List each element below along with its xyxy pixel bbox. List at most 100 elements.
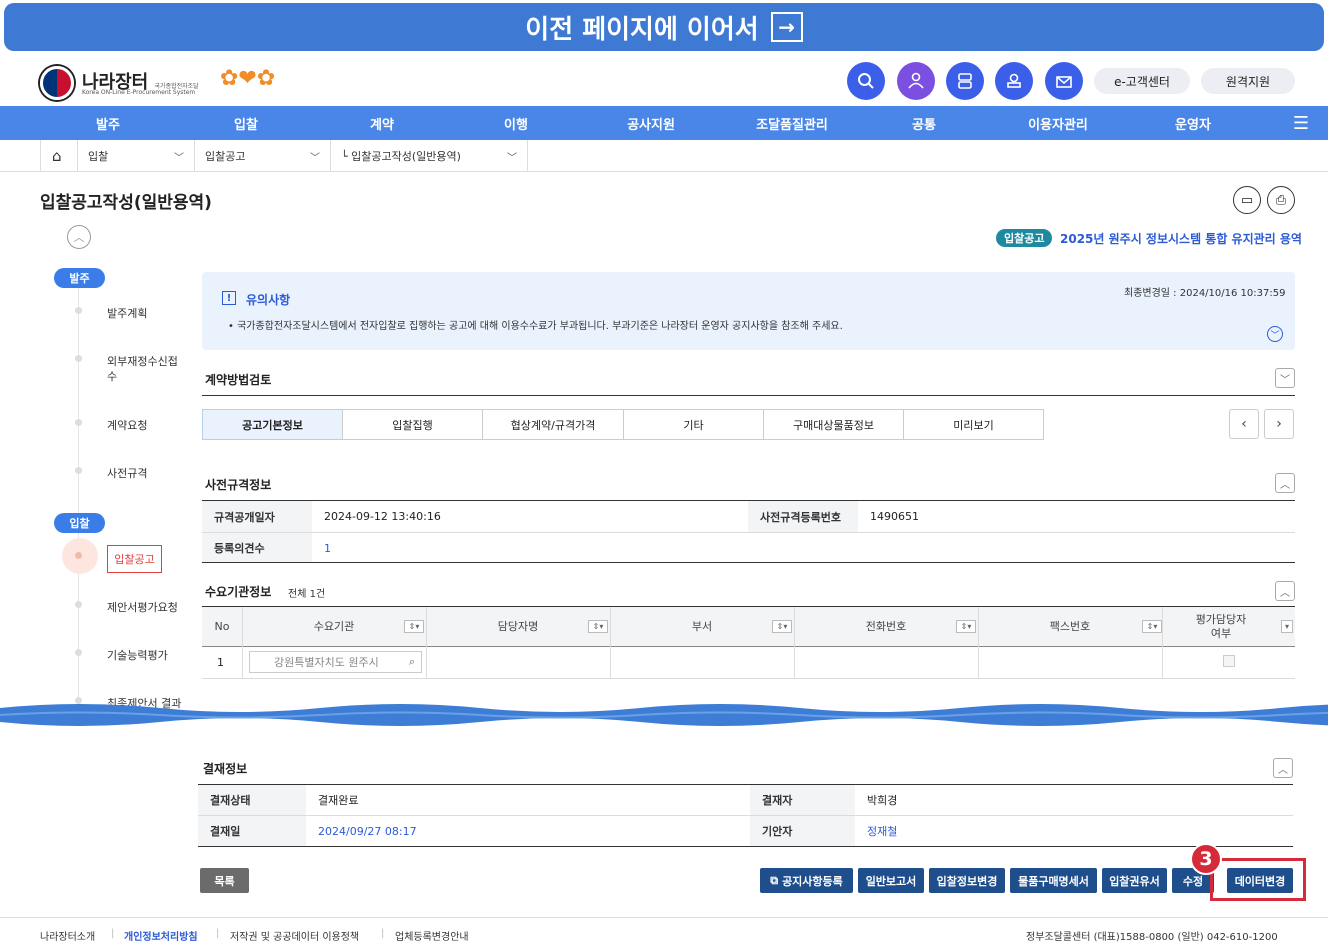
- list-button[interactable]: 목록: [200, 868, 249, 893]
- footer-link-copyright[interactable]: 저작권 및 공공데이터 이용정책: [230, 928, 359, 943]
- my-page-icon[interactable]: [897, 62, 935, 100]
- sidebar-item-tech-eval[interactable]: 기술능력평가: [107, 648, 187, 663]
- search-icon[interactable]: [847, 62, 885, 100]
- divider: [198, 846, 1293, 847]
- server-icon[interactable]: [946, 62, 984, 100]
- footer-link-privacy[interactable]: 개인정보처리방침: [124, 928, 198, 943]
- footer-separator: |: [216, 928, 220, 939]
- breadcrumb-bid-select[interactable]: 입찰 ﹀: [78, 140, 195, 172]
- breadcrumb-write-select[interactable]: └ 입찰공고작성(일반용역) ﹀: [331, 140, 528, 172]
- col-divider: [1162, 607, 1163, 678]
- breadcrumb-label: 입찰공고: [205, 150, 246, 163]
- breadcrumb-label: └ 입찰공고작성(일반용역): [341, 150, 461, 163]
- save-icon[interactable]: ▭: [1233, 186, 1261, 214]
- bid-notice-tag: 입찰공고: [996, 229, 1053, 247]
- main-nav: 발주 입찰 계약 이행 공사지원 조달품질관리 공통 이용자관리 운영자 ☰: [0, 106, 1328, 140]
- wave-separator: [0, 704, 1328, 726]
- menu-icon[interactable]: ☰: [1281, 113, 1321, 134]
- search-icon[interactable]: ⌕: [402, 652, 422, 672]
- nav-item-contract[interactable]: 계약: [342, 114, 422, 133]
- general-report-button[interactable]: 일반보고서: [858, 868, 924, 893]
- tab-next-button[interactable]: ›: [1264, 409, 1294, 439]
- sort-icon[interactable]: ⇕▾: [772, 620, 792, 633]
- footer-link-about[interactable]: 나라장터소개: [40, 928, 95, 943]
- filter-icon[interactable]: ▾: [1281, 620, 1293, 633]
- timeline-dot: [75, 355, 82, 362]
- nav-item-construction[interactable]: 공사지원: [611, 114, 691, 133]
- bid-info-change-button[interactable]: 입찰정보변경: [929, 868, 1005, 893]
- chevron-down-icon: ﹀: [507, 153, 517, 164]
- col-divider: [978, 607, 979, 678]
- nav-item-performance[interactable]: 이행: [476, 114, 556, 133]
- chevron-up-icon[interactable]: ︿: [1275, 581, 1295, 601]
- section-title-contract-review: 계약방법검토: [205, 373, 272, 387]
- sidebar-item-pre-spec[interactable]: 사전규격: [107, 466, 187, 481]
- taegeuk-logo-icon[interactable]: [40, 66, 74, 100]
- breadcrumb-label: 입찰: [88, 150, 109, 163]
- tab-negotiation[interactable]: 협상계약/규격가격: [482, 409, 624, 440]
- chevron-up-icon[interactable]: ︿: [1273, 758, 1293, 778]
- sidebar-group-order[interactable]: 발주: [54, 268, 105, 288]
- evaluator-checkbox[interactable]: [1223, 655, 1235, 667]
- tab-purchase-items[interactable]: 구매대상물품정보: [763, 409, 904, 440]
- mail-icon[interactable]: [1045, 62, 1083, 100]
- alert-icon: !: [222, 291, 236, 305]
- breadcrumb-notice-select[interactable]: 입찰공고 ﹀: [195, 140, 331, 172]
- continuation-banner: 이전 페이지에 이어서 →: [4, 3, 1324, 51]
- chevron-up-icon[interactable]: ︿: [1275, 473, 1295, 493]
- sidebar-item-bid-notice[interactable]: 입찰공고: [107, 545, 162, 573]
- sidebar-group-bid[interactable]: 입찰: [54, 513, 105, 533]
- nav-item-common[interactable]: 공통: [884, 114, 964, 133]
- nav-item-bid[interactable]: 입찰: [206, 114, 286, 133]
- tab-preview[interactable]: 미리보기: [903, 409, 1044, 440]
- bid-invitation-button[interactable]: 입찰권유서: [1102, 868, 1167, 893]
- row-no: 1: [217, 656, 224, 669]
- chevron-down-icon[interactable]: ﹀: [1275, 368, 1295, 388]
- col-header-fax: 팩스번호: [1049, 620, 1091, 633]
- sort-icon[interactable]: ⇕▾: [1142, 620, 1162, 633]
- sort-icon[interactable]: ⇕▾: [588, 620, 608, 633]
- timeline-dot: [75, 467, 82, 474]
- nav-item-user-admin[interactable]: 이용자관리: [1008, 114, 1108, 133]
- customer-center-button[interactable]: e-고객센터: [1094, 68, 1190, 94]
- sidebar-item-order-plan[interactable]: 발주계획: [107, 306, 187, 321]
- tab-basic-info[interactable]: 공고기본정보: [202, 409, 343, 440]
- footer-link-company[interactable]: 업체등록변경안내: [395, 928, 469, 943]
- flower-decoration-icon: ✿❤✿: [220, 66, 276, 91]
- sidebar-item-external[interactable]: 외부재정수신접수: [107, 354, 182, 384]
- sort-icon[interactable]: ⇕▾: [956, 620, 976, 633]
- nav-item-order[interactable]: 발주: [74, 114, 142, 133]
- tab-bid-execution[interactable]: 입찰집행: [342, 409, 483, 440]
- step-badge: 3: [1190, 843, 1222, 875]
- sort-icon[interactable]: ⇕▾: [404, 620, 424, 633]
- col-header-phone: 전화번호: [865, 620, 907, 633]
- notice-title: 유의사항: [246, 293, 291, 307]
- timeline-dot: [75, 419, 82, 426]
- purchase-spec-button[interactable]: 물품구매명세서: [1010, 868, 1097, 893]
- stamp-icon[interactable]: [995, 62, 1033, 100]
- arrow-right-icon: →: [770, 12, 803, 42]
- timeline-dot: [75, 601, 82, 608]
- demand-count: 전체 1건: [288, 589, 326, 600]
- nav-item-quality[interactable]: 조달품질관리: [742, 114, 842, 133]
- chevron-down-icon[interactable]: ﹀: [1267, 326, 1283, 342]
- org-search-input[interactable]: 강원특별자치도 원주시: [249, 651, 422, 673]
- nav-item-operator[interactable]: 운영자: [1153, 114, 1233, 133]
- tab-prev-button[interactable]: ‹: [1229, 409, 1259, 439]
- col-divider: [242, 607, 243, 678]
- print-icon[interactable]: ⎙: [1267, 186, 1295, 214]
- chevron-up-icon[interactable]: ︿: [67, 225, 91, 249]
- notice-register-button[interactable]: ⧉ 공지사항등록: [760, 868, 853, 893]
- remote-support-button[interactable]: 원격지원: [1201, 68, 1295, 94]
- sidebar-item-proposal-eval[interactable]: 제안서평가요청: [107, 600, 187, 615]
- tab-other[interactable]: 기타: [623, 409, 764, 440]
- banner-text: 이전 페이지에 이어서: [525, 14, 759, 45]
- value-opinion-count[interactable]: 1: [312, 533, 748, 563]
- page-title: 입찰공고작성(일반용역): [40, 193, 212, 213]
- value-drafter[interactable]: 정재철: [855, 816, 1293, 846]
- label-approval-date: 결재일: [198, 816, 306, 846]
- home-icon[interactable]: ⌂: [40, 140, 78, 172]
- chevron-down-icon: ﹀: [310, 153, 320, 164]
- value-approver: 박희경: [867, 794, 898, 807]
- sidebar-item-contract-request[interactable]: 계약요청: [107, 418, 187, 433]
